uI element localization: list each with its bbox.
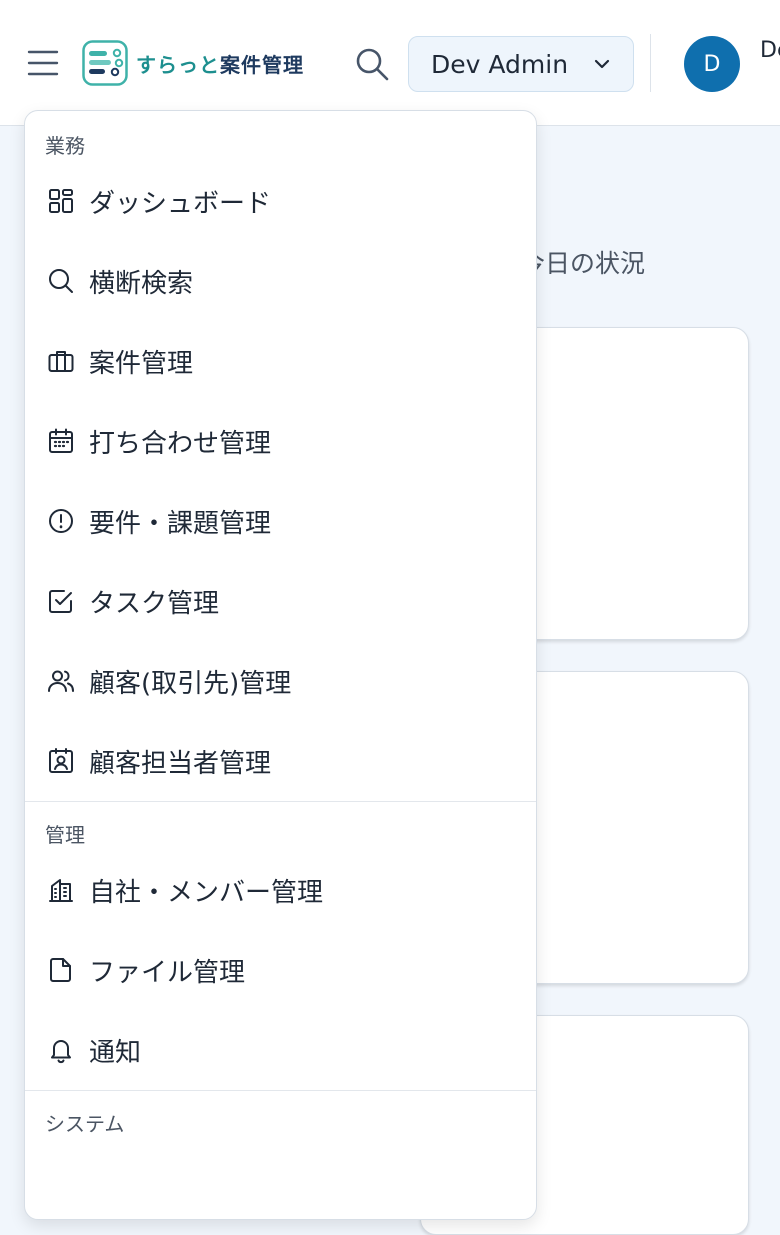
menu-section-title-business: 業務 [45, 134, 85, 158]
menu-item-customer-contacts[interactable]: 顧客担当者管理 [25, 721, 536, 801]
menu-item-label: 要件・課題管理 [89, 508, 272, 539]
calendar-icon [45, 425, 77, 457]
avatar-initial: D [703, 51, 721, 77]
user-avatar[interactable]: D [684, 36, 740, 92]
menu-item-notifications[interactable]: 通知 [25, 1010, 536, 1090]
menu-item-label: ファイル管理 [89, 957, 246, 988]
hamburger-icon [27, 50, 59, 76]
chevron-down-icon [594, 59, 610, 69]
menu-item-label: 自社・メンバー管理 [89, 877, 324, 908]
document-icon [45, 954, 77, 986]
organization-select[interactable]: Dev Admin [408, 36, 634, 92]
menu-item-tasks[interactable]: タスク管理 [25, 561, 536, 641]
menu-item-requirements-issues[interactable]: 要件・課題管理 [25, 481, 536, 561]
menu-item-projects[interactable]: 案件管理 [25, 321, 536, 401]
menu-item-cross-search[interactable]: 横断検索 [25, 241, 536, 321]
search-button[interactable] [352, 44, 392, 84]
bell-icon [45, 1034, 77, 1066]
checkbox-icon [45, 585, 77, 617]
logo-text-main: 案件管理 [220, 52, 304, 77]
today-heading: 今日の状況 [520, 249, 646, 278]
exclamation-circle-icon [45, 505, 77, 537]
menu-item-label: 打ち合わせ管理 [89, 428, 272, 459]
user-name: Dev Admin [760, 38, 780, 63]
header-divider [650, 34, 651, 92]
menu-item-label: 横断検索 [89, 268, 194, 299]
menu-section-title-system: システム [45, 1112, 125, 1136]
dashboard-icon [45, 185, 77, 217]
menu-section-title-management: 管理 [45, 823, 85, 847]
menu-item-label: 案件管理 [89, 348, 194, 379]
organization-select-value: Dev Admin [431, 49, 569, 79]
contact-card-icon [45, 745, 77, 777]
menu-item-company-members[interactable]: 自社・メンバー管理 [25, 850, 536, 930]
menu-item-meetings[interactable]: 打ち合わせ管理 [25, 401, 536, 481]
briefcase-icon [45, 345, 77, 377]
menu-item-label: 通知 [89, 1037, 142, 1068]
logo-text: すらっと案件管理 [136, 49, 304, 78]
hamburger-menu-button[interactable] [26, 46, 60, 80]
logo-text-accent: すらっと [136, 52, 220, 77]
navigation-menu: 業務 ダッシュボード 横断検索 案件管理 打ち合わせ管理 要件・課題管理 タスク… [24, 110, 537, 1220]
logo-mark-icon [82, 40, 128, 86]
menu-item-label: 顧客(取引先)管理 [89, 668, 292, 699]
menu-item-customers[interactable]: 顧客(取引先)管理 [25, 641, 536, 721]
search-icon [356, 48, 389, 81]
app-logo[interactable]: すらっと案件管理 [82, 40, 304, 86]
menu-item-label: 顧客担当者管理 [89, 748, 272, 779]
menu-divider [25, 801, 536, 802]
menu-item-dashboard[interactable]: ダッシュボード [25, 161, 536, 241]
menu-item-files[interactable]: ファイル管理 [25, 930, 536, 1010]
top-bar: すらっと案件管理 Dev Admin D Dev Admin [0, 0, 780, 126]
menu-item-label: タスク管理 [89, 588, 220, 619]
building-icon [45, 874, 77, 906]
search-icon [45, 265, 77, 297]
users-icon [45, 665, 77, 697]
menu-divider [25, 1090, 536, 1091]
menu-item-label: ダッシュボード [89, 188, 272, 219]
